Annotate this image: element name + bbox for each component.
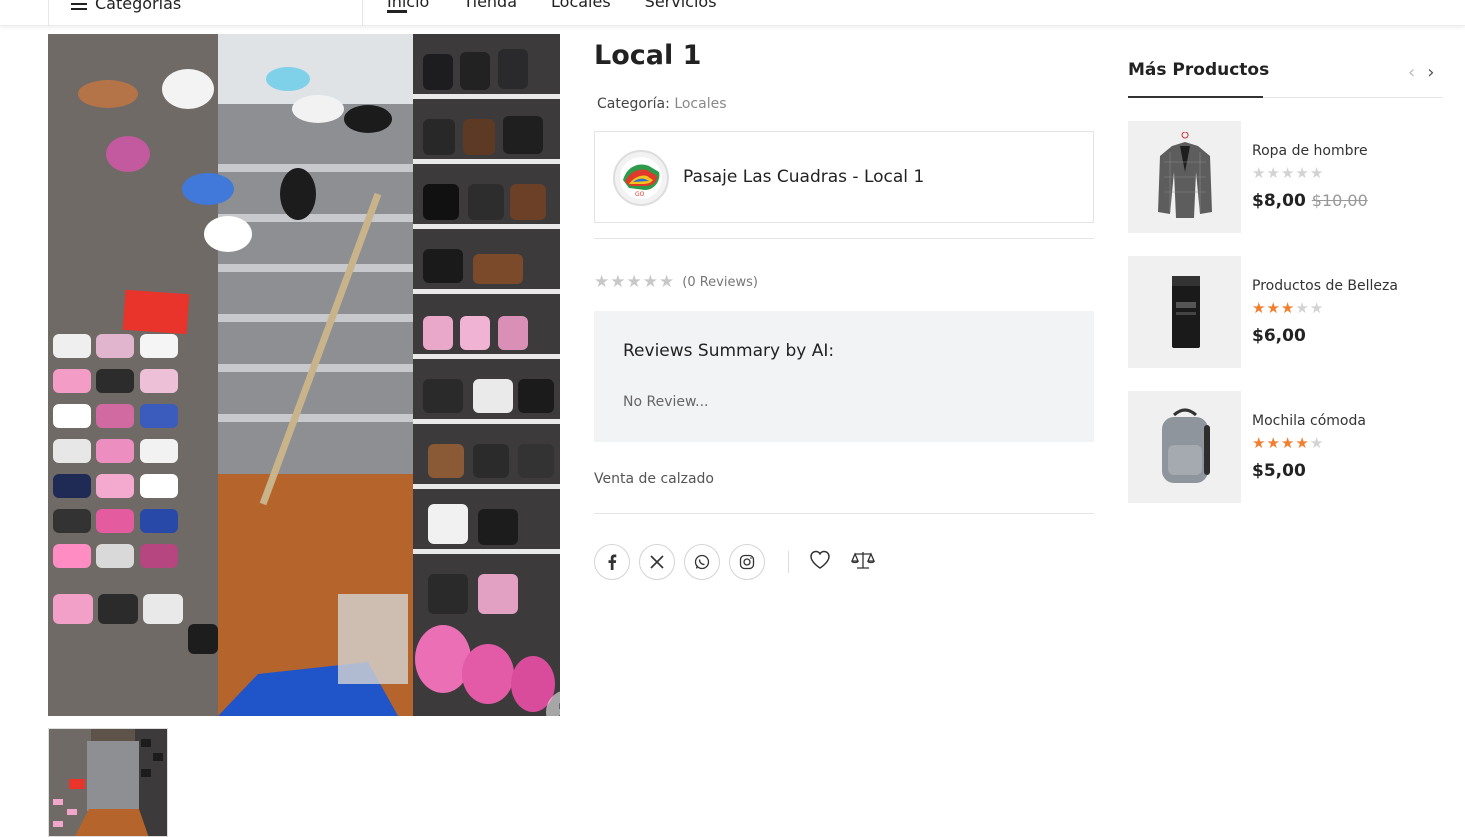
whatsapp-icon[interactable] xyxy=(684,544,720,580)
chevron-left-icon[interactable]: ‹ xyxy=(1408,62,1415,83)
current-price: $6,00 xyxy=(1252,326,1306,346)
product-rating-stars: ★ ★ ★ ★ ★ xyxy=(1252,299,1323,317)
categories-dropdown[interactable]: Categorías xyxy=(48,0,363,26)
facebook-icon[interactable] xyxy=(594,544,630,580)
svg-text:GO: GO xyxy=(635,191,645,198)
product-image-blazer[interactable] xyxy=(1128,121,1241,233)
top-navigation: Categorías Inicio Tienda Locales Servici… xyxy=(0,0,1465,26)
product-name[interactable]: Ropa de hombre xyxy=(1252,143,1368,159)
star-icon: ★ xyxy=(1280,164,1295,182)
star-icon: ★ xyxy=(659,272,675,292)
ai-reviews-summary: Reviews Summary by AI: No Review... xyxy=(594,311,1094,442)
store-name[interactable]: Pasaje Las Cuadras - Local 1 xyxy=(683,167,924,187)
star-icon: ★ xyxy=(1309,434,1324,452)
ai-summary-text: No Review... xyxy=(623,394,709,410)
product-rating: ★ ★ ★ ★ ★ (0 Reviews) xyxy=(594,272,758,292)
carousel-arrows: ‹ › xyxy=(1408,62,1434,83)
product-title: Local 1 xyxy=(594,40,702,71)
nav-link-tienda[interactable]: Tienda xyxy=(463,0,517,11)
store-card[interactable]: GO Pasaje Las Cuadras - Local 1 xyxy=(594,131,1094,223)
star-icon: ★ xyxy=(626,272,642,292)
star-icon: ★ xyxy=(1280,434,1295,452)
nav-link-locales[interactable]: Locales xyxy=(551,0,611,11)
chevron-right-icon[interactable]: › xyxy=(1427,62,1434,83)
product-thumbnail[interactable] xyxy=(48,728,168,837)
star-icon: ★ xyxy=(1266,299,1280,317)
star-icon: ★ xyxy=(642,272,658,292)
current-price: $8,00 xyxy=(1252,191,1306,211)
nav-link-servicios[interactable]: Servicios xyxy=(645,0,717,11)
star-icon: ★ xyxy=(1295,434,1309,452)
product-name[interactable]: Mochila cómoda xyxy=(1252,413,1366,429)
sidebar-product-belleza[interactable]: Productos de Belleza ★ ★ ★ ★ ★ $6,00 xyxy=(1128,256,1448,368)
reviews-count-link[interactable]: (0 Reviews) xyxy=(682,275,758,290)
star-icon: ★ xyxy=(1252,434,1266,452)
star-icon: ★ xyxy=(1295,299,1309,317)
more-products-active-underline xyxy=(1128,96,1263,98)
star-icon: ★ xyxy=(610,272,626,292)
category-prefix: Categoría: xyxy=(597,96,670,112)
star-icon: ★ xyxy=(1266,434,1280,452)
old-price: $10,00 xyxy=(1311,191,1368,210)
sidebar-product-ropa[interactable]: Ropa de hombre ★ ★ ★ ★ ★ $8,00 $10,00 xyxy=(1128,121,1448,233)
category-link[interactable]: Locales xyxy=(674,96,726,112)
compare-scale-icon[interactable] xyxy=(851,550,875,575)
star-icon: ★ xyxy=(1252,164,1266,182)
star-icon: ★ xyxy=(1252,299,1266,317)
product-price: $5,00 xyxy=(1252,461,1306,481)
star-icon: ★ xyxy=(1309,164,1324,182)
more-products-title: Más Productos xyxy=(1128,60,1270,80)
product-rating-stars: ★ ★ ★ ★ ★ xyxy=(1252,434,1323,452)
divider-top xyxy=(594,238,1094,239)
star-icon: ★ xyxy=(594,272,610,292)
main-menu: Inicio Tienda Locales Servicios xyxy=(387,0,717,13)
product-image-beauty-box[interactable] xyxy=(1128,256,1241,368)
store-logo: GO xyxy=(613,150,669,206)
star-icon: ★ xyxy=(1280,299,1295,317)
product-category: Categoría: Locales xyxy=(597,96,727,112)
instagram-icon[interactable] xyxy=(729,544,765,580)
star-icon: ★ xyxy=(1295,164,1309,182)
product-description: Venta de calzado xyxy=(594,471,714,487)
share-actions xyxy=(594,544,895,580)
star-icon: ★ xyxy=(1309,299,1324,317)
product-price: $8,00 $10,00 xyxy=(1252,191,1368,211)
product-name[interactable]: Productos de Belleza xyxy=(1252,278,1398,294)
x-icon[interactable] xyxy=(639,544,675,580)
product-rating-stars: ★ ★ ★ ★ ★ xyxy=(1252,164,1323,182)
ai-summary-title: Reviews Summary by AI: xyxy=(623,341,835,361)
sidebar-product-mochila[interactable]: Mochila cómoda ★ ★ ★ ★ ★ $5,00 xyxy=(1128,391,1448,503)
product-main-image[interactable] xyxy=(48,34,560,716)
share-separator xyxy=(788,551,789,573)
wishlist-heart-icon[interactable] xyxy=(809,550,831,575)
menu-list-icon xyxy=(71,0,87,10)
rating-stars: ★ ★ ★ ★ ★ xyxy=(594,272,674,292)
divider-bottom xyxy=(594,513,1094,514)
current-price: $5,00 xyxy=(1252,461,1306,481)
categories-label: Categorías xyxy=(95,0,182,13)
nav-link-inicio[interactable]: Inicio xyxy=(387,0,429,13)
product-price: $6,00 xyxy=(1252,326,1306,346)
product-image-backpack[interactable] xyxy=(1128,391,1241,503)
star-icon: ★ xyxy=(1266,164,1280,182)
